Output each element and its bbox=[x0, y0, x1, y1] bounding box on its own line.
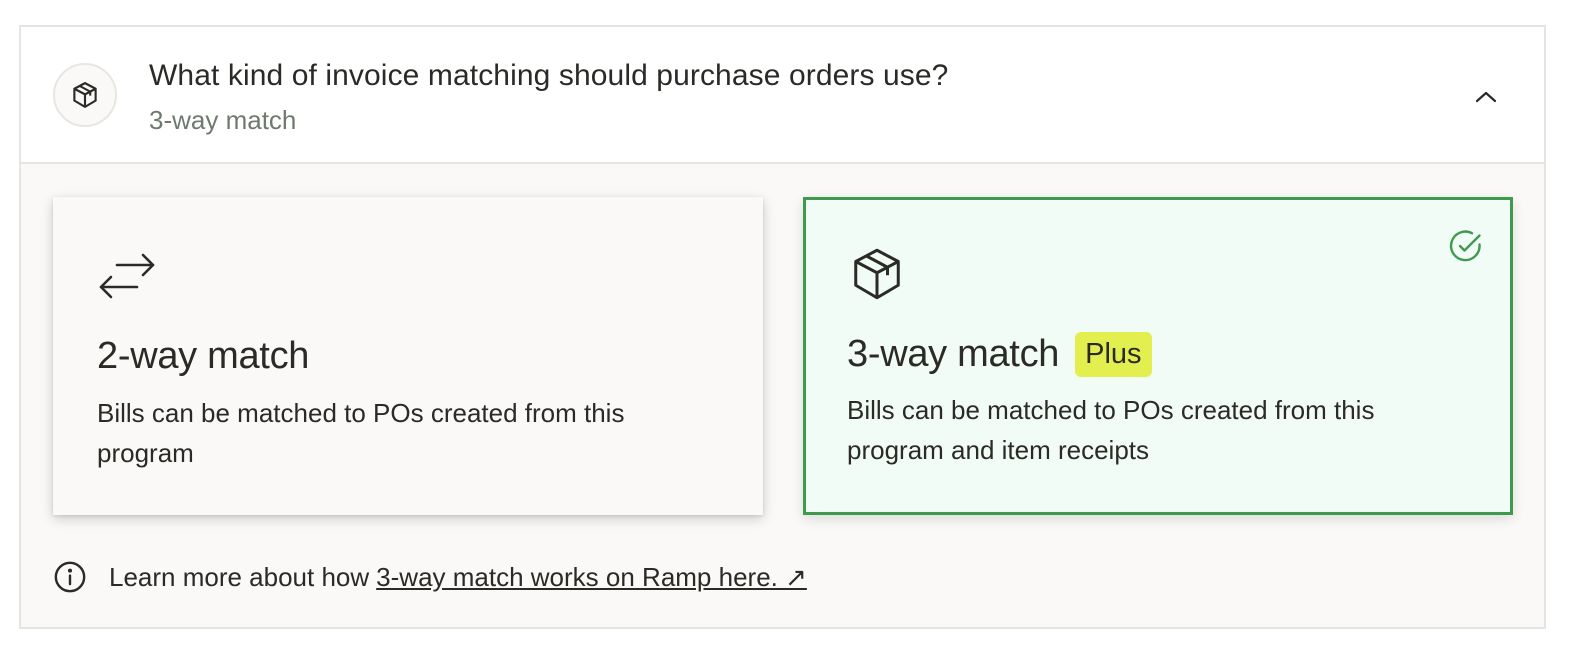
option-title-text: 3-way match bbox=[847, 333, 1060, 375]
package-icon bbox=[847, 244, 907, 304]
chevron-up-icon[interactable] bbox=[1468, 79, 1504, 115]
option-card-3-way-match[interactable]: 3-way match Plus Bills can be matched to… bbox=[803, 197, 1513, 515]
info-icon bbox=[54, 561, 86, 593]
option-description: Bills can be matched to POs created from… bbox=[97, 398, 625, 468]
invoice-matching-panel: What kind of invoice matching should pur… bbox=[19, 25, 1546, 629]
option-title: 2-way match bbox=[97, 335, 309, 378]
help-footer: Learn more about how 3-way match works o… bbox=[53, 557, 807, 597]
package-icon bbox=[53, 63, 117, 127]
option-description: Bills can be matched to POs created from… bbox=[847, 395, 1375, 465]
option-card-2-way-match[interactable]: 2-way match Bills can be matched to POs … bbox=[53, 197, 763, 515]
check-circle-icon bbox=[1448, 228, 1484, 264]
plan-badge: Plus bbox=[1075, 332, 1152, 377]
arrows-left-right-icon bbox=[97, 247, 157, 307]
option-title: 3-way match Plus bbox=[847, 332, 1152, 377]
page-title: What kind of invoice matching should pur… bbox=[149, 59, 949, 92]
option-title-text: 2-way match bbox=[97, 335, 310, 377]
panel-header[interactable]: What kind of invoice matching should pur… bbox=[21, 27, 1544, 164]
help-text: Learn more about how bbox=[109, 561, 370, 592]
selected-value: 3-way match bbox=[149, 105, 297, 135]
help-link[interactable]: 3-way match works on Ramp here. ↗ bbox=[376, 562, 807, 593]
